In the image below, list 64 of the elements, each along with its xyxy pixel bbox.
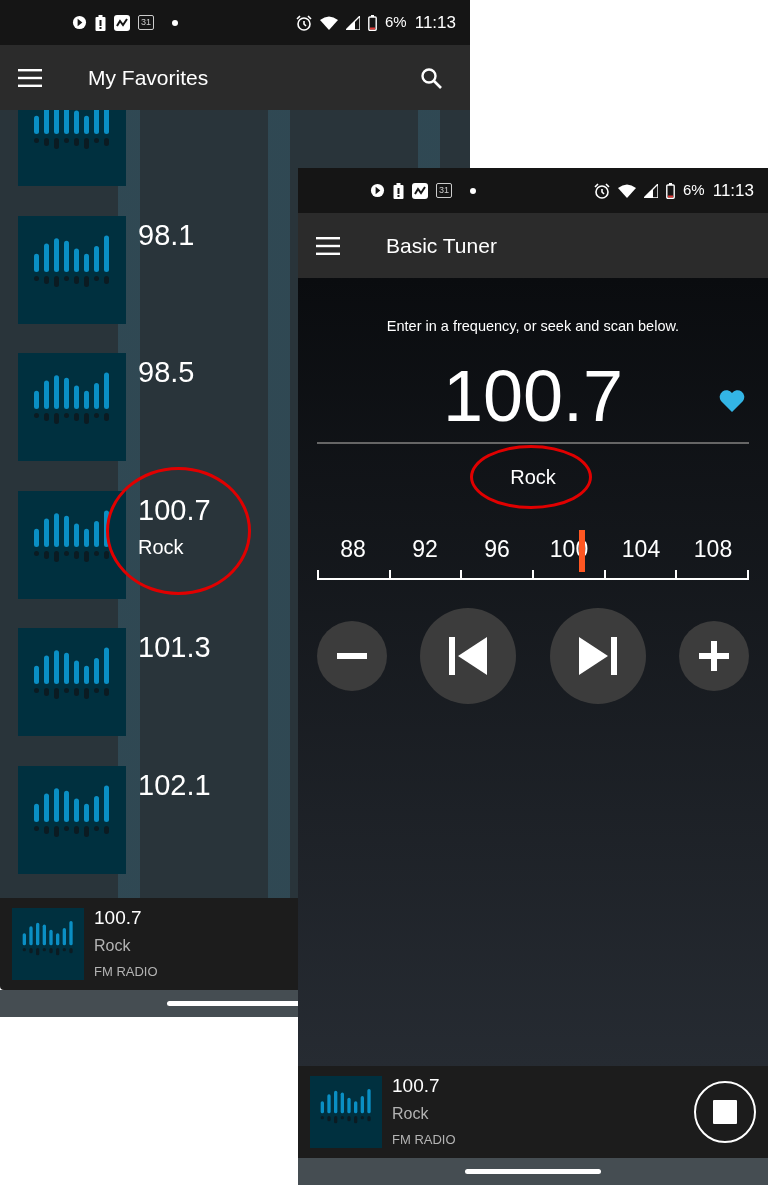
instruction-text: Enter in a frequency, or seek and scan below.: [386, 317, 680, 336]
genre-label: Rock: [510, 464, 556, 490]
search-icon[interactable]: [420, 66, 442, 89]
stop-icon: [713, 1100, 737, 1124]
battery-alert-icon: [393, 182, 404, 199]
scale-label: 88: [339, 534, 367, 564]
mini-player[interactable]: 100.7 Rock FM RADIO: [0, 898, 298, 990]
wifi-icon: [320, 15, 339, 30]
station-frequency: 98.1: [138, 219, 195, 252]
scale-label: 108: [692, 534, 734, 564]
station-genre: Rock: [138, 535, 185, 561]
battery-alert-icon: [95, 14, 106, 31]
clock-time: 11:13: [414, 11, 456, 34]
source-label: FM RADIO: [392, 1130, 456, 1149]
heart-icon[interactable]: [719, 389, 745, 412]
alarm-clock-icon: [594, 182, 611, 199]
menu-icon[interactable]: [316, 236, 340, 255]
calendar-icon: 31: [436, 183, 452, 198]
skip-previous-icon: [449, 637, 488, 676]
station-row[interactable]: 100.7 Rock: [0, 490, 298, 628]
notification-dot-icon: [172, 19, 178, 26]
station-frequency: 100.7: [138, 494, 211, 527]
scale-label: 104: [620, 534, 662, 564]
equalizer-artwork: [12, 908, 84, 980]
signal-icon: [644, 183, 659, 198]
wifi-icon: [618, 183, 637, 198]
station-frequency: 100.7: [392, 1074, 441, 1098]
screen-title: Basic Tuner: [386, 232, 497, 259]
station-genre: Rock: [94, 935, 132, 956]
pulse-icon: [114, 14, 130, 31]
play-circle-icon: [370, 183, 385, 198]
skip-next-icon: [578, 637, 617, 676]
dial-ruler[interactable]: [317, 570, 749, 581]
alarm-clock-icon: [296, 14, 313, 31]
station-row[interactable]: 101.3: [0, 628, 298, 766]
mini-player[interactable]: 100.7 Rock FM RADIO: [298, 1066, 768, 1158]
battery-percent: 6%: [683, 180, 705, 201]
plus-icon: [699, 641, 729, 672]
scale-label: 92: [411, 534, 439, 564]
clock-time: 11:13: [712, 179, 754, 202]
battery-icon: [368, 14, 378, 31]
calendar-icon: 31: [138, 15, 154, 30]
station-frequency: 100.7: [94, 906, 143, 930]
station-frequency: 98.5: [138, 357, 195, 389]
station-row[interactable]: 98.5: [0, 353, 298, 491]
stop-button[interactable]: [694, 1081, 756, 1143]
signal-icon: [346, 15, 361, 30]
notification-dot-icon: [470, 187, 476, 194]
frequency-display[interactable]: 100.7: [442, 359, 624, 432]
battery-percent: 6%: [385, 12, 407, 33]
station-frequency: 101.3: [138, 632, 211, 664]
source-label: FM RADIO: [94, 962, 158, 981]
scale-label: 96: [483, 534, 511, 564]
equalizer-artwork: [310, 1076, 382, 1148]
station-genre: Rock: [392, 1103, 430, 1124]
station-frequency: 102.1: [138, 769, 211, 802]
screen-title: My Favorites: [88, 64, 209, 91]
menu-icon[interactable]: [18, 68, 42, 87]
battery-icon: [666, 182, 676, 199]
station-row[interactable]: 102.1: [0, 765, 298, 898]
station-row[interactable]: 98.1: [0, 215, 298, 353]
pulse-icon: [412, 182, 428, 199]
play-circle-icon: [72, 15, 87, 30]
minus-icon: [337, 653, 367, 660]
